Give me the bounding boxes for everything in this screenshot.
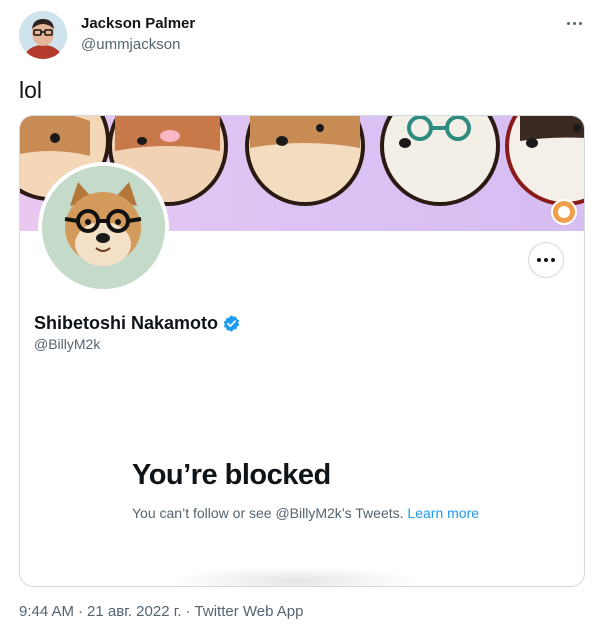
learn-more-link[interactable]: Learn more [407,505,479,521]
author-name[interactable]: Jackson Palmer [81,15,195,32]
media-card[interactable]: Shibetoshi Nakamoto @BillyM2k You’re blo… [19,115,585,587]
tweet-meta: 9:44 AM · 21 авг. 2022 г. · Twitter Web … [19,603,303,620]
badge-icon [551,199,577,225]
author-avatar-image [19,11,67,59]
blocked-message-text: You can’t follow or see @BillyM2k’s Twee… [132,505,408,521]
profile-name: Shibetoshi Nakamoto [34,313,241,334]
blocked-message: You can’t follow or see @BillyM2k’s Twee… [132,504,482,523]
profile-more-button[interactable] [528,242,564,278]
author-handle[interactable]: @ummjackson [81,36,180,53]
tweet-time[interactable]: 9:44 AM [19,603,74,620]
profile-name-label: Shibetoshi Nakamoto [34,313,219,333]
verified-badge-icon [223,315,240,332]
card-shadow [170,566,420,586]
author-avatar[interactable] [19,11,67,59]
ellipsis-icon[interactable] [563,15,585,31]
meta-separator: · [78,603,84,620]
blocked-title: You’re blocked [132,459,331,491]
doge-avatar-image [42,166,165,289]
profile-avatar[interactable] [38,162,169,293]
tweet-text: lol [19,77,43,103]
profile-handle: @BillyM2k [34,336,101,352]
tweet-date[interactable]: 21 авг. 2022 г. [87,603,181,620]
tweet-source-app[interactable]: Twitter Web App [195,603,304,620]
meta-separator: · [185,603,191,620]
